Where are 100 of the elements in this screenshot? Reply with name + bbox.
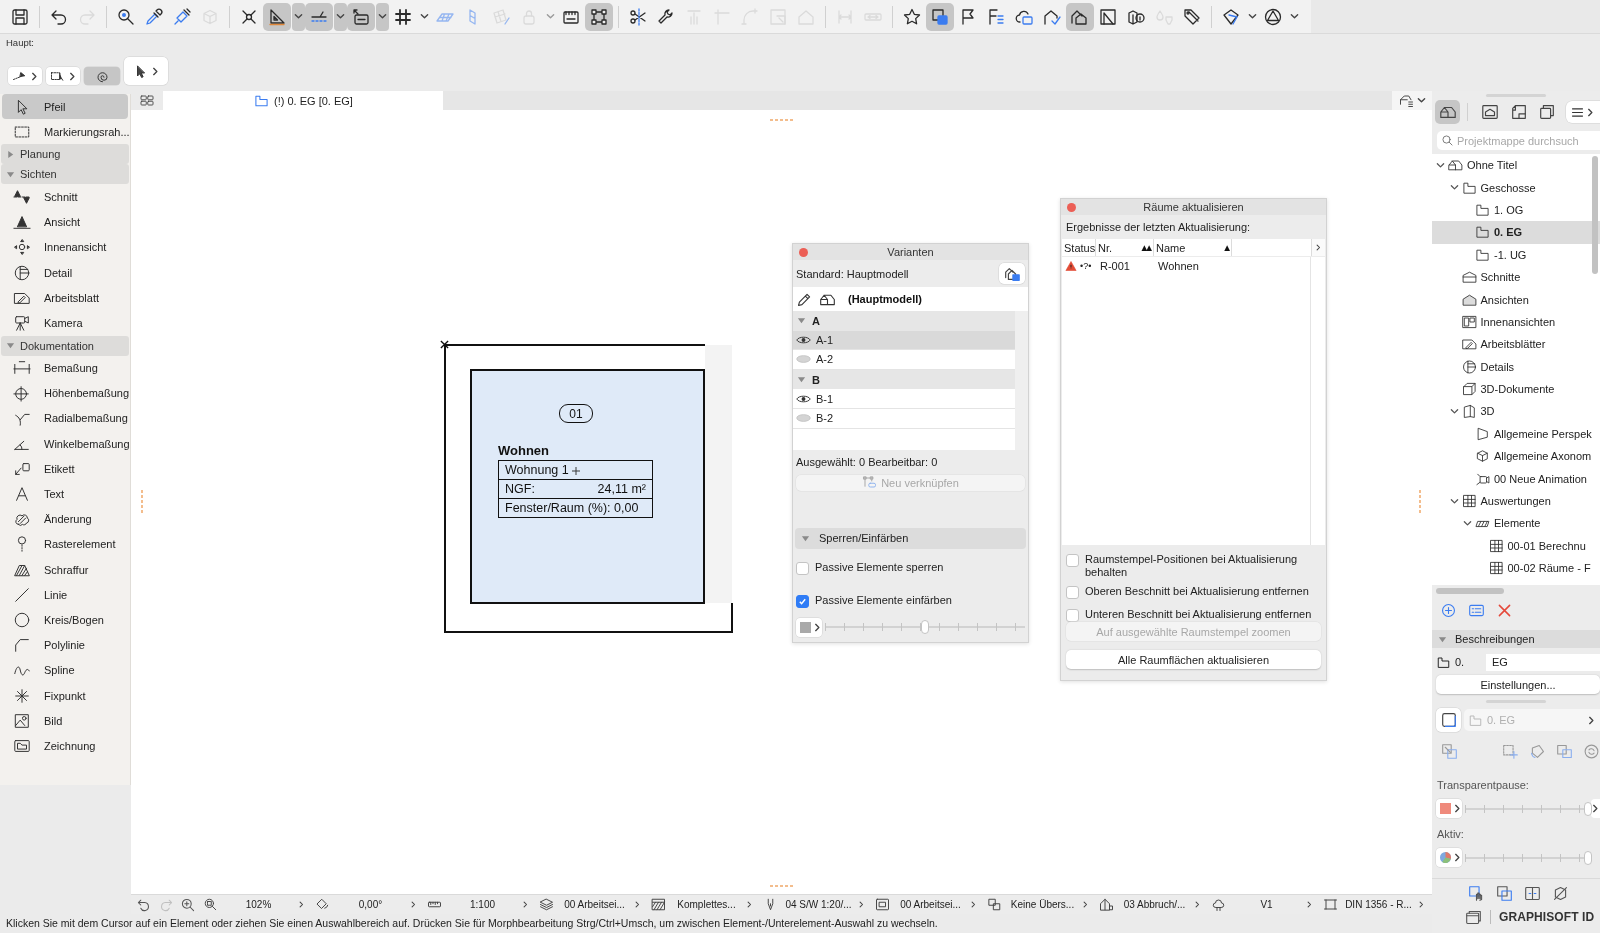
triangle-right-icon[interactable]: [6, 149, 15, 159]
tree-item[interactable]: Auswertungen: [1432, 489, 1600, 513]
checkbox[interactable]: [1066, 554, 1079, 567]
vertical-scrollbar[interactable]: [1592, 156, 1598, 274]
toolbar-menu-button[interactable]: [263, 2, 305, 31]
view-setting[interactable]: Keine Übers...: [983, 897, 1095, 912]
view-setting[interactable]: 1:100: [423, 897, 535, 912]
color-swatch-button[interactable]: [1436, 848, 1462, 867]
tree-item[interactable]: 1. OG: [1432, 198, 1600, 222]
color-swatch-button[interactable]: [1436, 799, 1462, 818]
tool-item[interactable]: Polylinie: [2, 632, 128, 658]
tool-item[interactable]: Spline: [2, 657, 128, 683]
view-setting[interactable]: 04 S/W 1:20/...: [759, 897, 871, 912]
action-button[interactable]: Alle Raumflächen aktualisieren: [1066, 650, 1321, 669]
tool-item[interactable]: Markierungsrah...: [2, 119, 128, 145]
tree-item[interactable]: Details: [1432, 355, 1600, 378]
selection-mode-button[interactable]: [124, 57, 168, 85]
tree-item[interactable]: 00 Neue Animation: [1432, 467, 1600, 490]
view-setting[interactable]: Komplettes...: [647, 897, 759, 912]
slider-thumb[interactable]: [1584, 850, 1592, 865]
view-grid-button[interactable]: [131, 91, 163, 110]
tool-item[interactable]: Rasterelement: [2, 531, 128, 557]
triangle-down-icon[interactable]: [797, 316, 806, 326]
account-id-label[interactable]: GRAPHISOFT ID: [1499, 910, 1595, 924]
tool-item[interactable]: Innenansicht: [2, 234, 128, 260]
tree-item[interactable]: Geschosse: [1432, 176, 1600, 199]
section-header[interactable]: Sperren/Einfärben: [795, 527, 1026, 549]
tree-item[interactable]: 3D: [1432, 400, 1600, 423]
wall-outline[interactable]: [444, 344, 734, 634]
tool-item[interactable]: Höhenbemaßung: [2, 380, 128, 406]
group-header[interactable]: Dokumentation: [1, 335, 129, 356]
tree-item[interactable]: -1. UG: [1432, 243, 1600, 266]
navigator-tab[interactable]: [1435, 100, 1461, 124]
view-setting[interactable]: 0,00°: [311, 897, 423, 912]
selection-mode-button[interactable]: [8, 67, 42, 85]
horizontal-scrollbar[interactable]: [1436, 588, 1504, 594]
triangle-down-icon[interactable]: [6, 341, 15, 350]
tree-item[interactable]: 0. EG: [1432, 221, 1600, 244]
menu-button[interactable]: [1565, 101, 1600, 123]
tool-item[interactable]: Änderung: [2, 506, 128, 532]
tree-item[interactable]: Ohne Titel: [1432, 154, 1600, 177]
triangle-down-icon[interactable]: [6, 169, 15, 179]
tree-item[interactable]: Ansichten: [1432, 288, 1600, 311]
view-setting[interactable]: V1: [1207, 897, 1319, 912]
tree-item[interactable]: Allgemeine Perspek: [1432, 422, 1600, 446]
selection-mode-button[interactable]: [46, 67, 80, 85]
toolbar-button[interactable]: [926, 2, 954, 31]
view-options-button[interactable]: [1392, 91, 1432, 110]
view-tab[interactable]: (!) 0. EG [0. EG]: [163, 91, 443, 110]
tool-item[interactable]: Etikett: [2, 456, 128, 482]
tool-item[interactable]: Detail: [2, 259, 128, 286]
name-field[interactable]: EG: [1486, 653, 1600, 671]
close-icon[interactable]: [1067, 202, 1076, 212]
search-field[interactable]: Projektmappe durchsuch: [1437, 131, 1600, 150]
room-zone[interactable]: 01 Wohnen Wohnung 1 NGF: 24,11 m² Fenster/Raum (%): 0,00: [470, 369, 705, 604]
chevron-down-icon[interactable]: [1449, 183, 1459, 193]
color-swatch-button[interactable]: [796, 617, 822, 637]
toolbar-menu-button[interactable]: [305, 2, 347, 31]
tool-item[interactable]: Kamera: [2, 310, 128, 336]
tool-item[interactable]: Bild: [2, 708, 128, 734]
tool-item[interactable]: Bemaßung: [2, 355, 128, 381]
variant-group-header[interactable]: A: [793, 311, 1015, 331]
slider-menu-button[interactable]: [1591, 799, 1600, 818]
toolbar-button[interactable]: [585, 2, 613, 31]
tree-item[interactable]: 00-01 Berechnu: [1432, 534, 1600, 558]
tool-item[interactable]: Fixpunkt: [2, 682, 128, 709]
section-header[interactable]: Beschreibungen: [1432, 630, 1600, 648]
view-setting[interactable]: 03 Abbruch/...: [1095, 897, 1207, 912]
group-header[interactable]: Planung: [1, 144, 129, 165]
column-header[interactable]: Status: [1062, 239, 1096, 256]
layout-button[interactable]: [1436, 708, 1461, 732]
slider-thumb[interactable]: [921, 620, 929, 635]
tree-item[interactable]: 00-02 Räume - F: [1432, 557, 1600, 580]
triangle-down-icon[interactable]: [797, 375, 806, 385]
chevron-down-icon[interactable]: [1449, 496, 1459, 506]
toolbar-button[interactable]: [1467, 883, 1485, 903]
checkbox[interactable]: [1066, 586, 1079, 599]
settings-button[interactable]: Einstellungen...: [1436, 675, 1600, 694]
chevron-down-icon[interactable]: [1463, 518, 1472, 528]
variant-settings-button[interactable]: [999, 263, 1025, 284]
triangle-down-icon[interactable]: [801, 533, 810, 543]
triangle-down-icon[interactable]: [1438, 634, 1447, 644]
chevron-down-icon[interactable]: [1449, 407, 1459, 416]
tool-item[interactable]: Zeichnung: [2, 733, 128, 759]
tool-item[interactable]: Pfeil: [2, 94, 128, 120]
tool-item[interactable]: Radialbemaßung: [2, 405, 128, 432]
tool-item[interactable]: Arbeitsblatt: [2, 285, 128, 311]
tool-item[interactable]: Schnitt: [2, 184, 128, 210]
tree-item[interactable]: Allgemeine Axonom: [1432, 445, 1600, 468]
tool-item[interactable]: Winkelbemaßung: [2, 431, 128, 457]
group-header[interactable]: Sichten: [1, 164, 129, 185]
view-setting[interactable]: 00 Arbeitsei...: [871, 897, 983, 912]
checkbox[interactable]: [1066, 609, 1079, 622]
close-icon[interactable]: [799, 247, 808, 257]
checkbox[interactable]: [796, 561, 809, 575]
tree-item[interactable]: Arbeitsblätter: [1432, 333, 1600, 356]
tool-item[interactable]: Linie: [2, 582, 128, 608]
tool-item[interactable]: Ansicht: [2, 209, 128, 235]
checkbox[interactable]: [796, 594, 809, 608]
tool-item[interactable]: Kreis/Bogen: [2, 607, 128, 633]
